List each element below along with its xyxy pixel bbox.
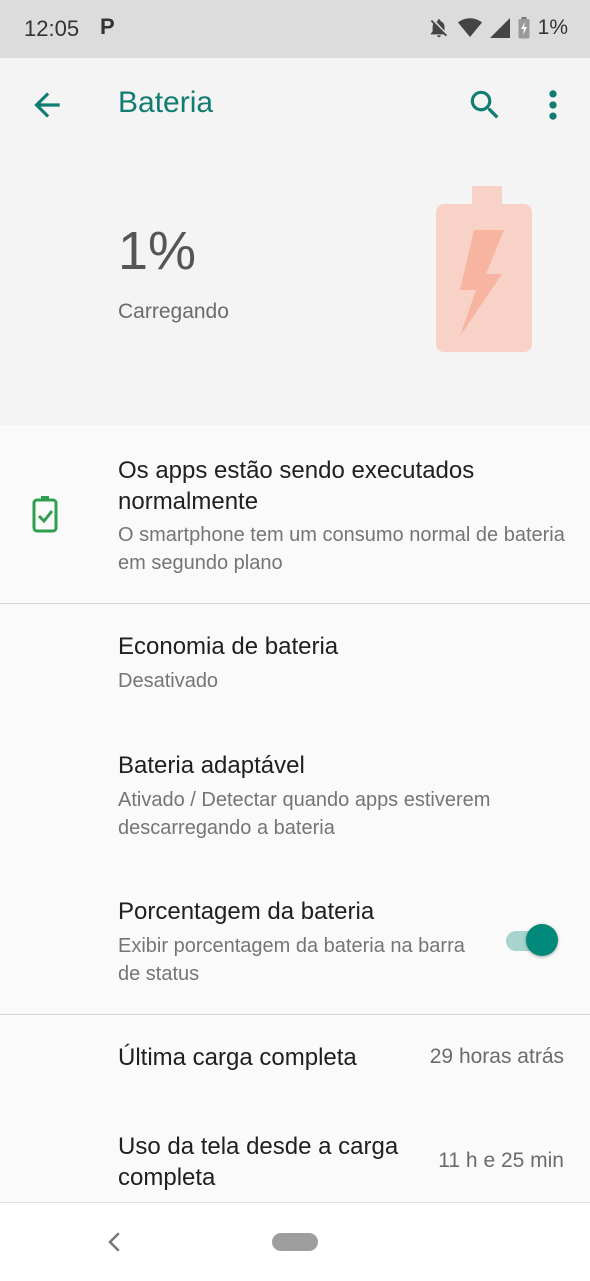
battery-saver-title: Economia de bateria bbox=[118, 633, 339, 660]
battery-header: 1% Carregando bbox=[0, 150, 590, 425]
battery-tip[interactable]: Os apps estão sendo executados normalmen… bbox=[0, 425, 590, 603]
tip-subtitle: O smartphone tem um consumo normal de ba… bbox=[118, 524, 565, 574]
signal-icon bbox=[489, 18, 510, 38]
status-icons: 1% bbox=[428, 16, 568, 40]
settings-list: Os apps estão sendo executados normalmen… bbox=[0, 425, 590, 1202]
battery-percentage-description: Exibir porcentagem da bateria na barra d… bbox=[118, 935, 465, 985]
adaptive-battery-status: Ativado / Detectar quando apps estiverem… bbox=[118, 789, 491, 839]
charging-state: Carregando bbox=[118, 300, 229, 323]
last-full-charge-title: Última carga completa bbox=[118, 1044, 357, 1071]
more-vert-icon[interactable] bbox=[538, 86, 568, 124]
navigation-bar bbox=[0, 1202, 590, 1281]
last-full-charge-value: 29 horas atrás bbox=[429, 1045, 564, 1068]
notification-glyph: P bbox=[100, 14, 115, 39]
nav-back-icon[interactable] bbox=[100, 1227, 130, 1257]
battery-check-icon bbox=[32, 496, 58, 533]
battery-percentage-toggle[interactable] bbox=[502, 924, 560, 958]
status-bar: 12:05 P 1% bbox=[0, 0, 590, 58]
page-title: Bateria bbox=[118, 86, 214, 119]
search-icon[interactable] bbox=[466, 86, 504, 124]
divider bbox=[0, 603, 590, 604]
battery-percentage-title: Porcentagem da bateria bbox=[118, 898, 375, 925]
battery-percent: 1% bbox=[118, 221, 197, 281]
screen-usage-value: 11 h e 25 min bbox=[438, 1149, 564, 1172]
tip-title: Os apps estão sendo executados normalmen… bbox=[118, 457, 475, 515]
toggle-thumb bbox=[526, 924, 558, 956]
status-battery-percent: 1% bbox=[537, 16, 568, 39]
battery-saver-status: Desativado bbox=[118, 670, 219, 692]
arrow-back-icon[interactable] bbox=[28, 86, 66, 124]
adaptive-battery-title: Bateria adaptável bbox=[118, 752, 305, 779]
notifications-off-icon bbox=[430, 19, 447, 38]
wifi-icon bbox=[457, 18, 482, 37]
battery-charging-large-icon bbox=[436, 186, 532, 352]
screen-usage-title: Uso da tela desde a carga completa bbox=[118, 1133, 399, 1191]
status-time: 12:05 bbox=[24, 16, 80, 41]
divider bbox=[0, 1014, 590, 1015]
battery-charging-icon bbox=[518, 17, 530, 39]
home-pill[interactable] bbox=[272, 1233, 318, 1251]
app-bar: Bateria bbox=[0, 58, 590, 150]
